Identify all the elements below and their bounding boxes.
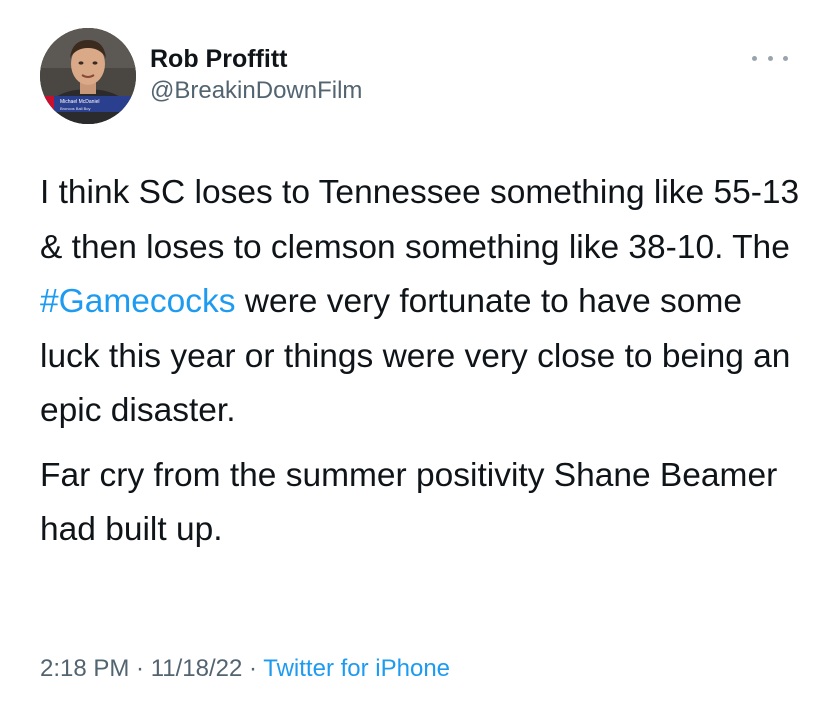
- user-handle[interactable]: @BreakinDownFilm: [150, 76, 362, 106]
- tweet-date[interactable]: 11/18/22: [151, 655, 243, 682]
- avatar[interactable]: Michael McDaniel Broncos Ball Boy: [40, 28, 136, 124]
- tweet-meta: 2:18 PM · 11/18/22 · Twitter for iPhone: [40, 654, 450, 684]
- display-name[interactable]: Rob Proffitt: [150, 44, 362, 74]
- tweet-text-before-hashtag: I think SC loses to Tennessee something …: [40, 174, 800, 266]
- tweet-text: I think SC loses to Tennessee something …: [40, 166, 800, 558]
- avatar-image: Michael McDaniel Broncos Ball Boy: [40, 28, 136, 124]
- meta-separator: ·: [242, 655, 264, 682]
- meta-separator: ·: [129, 655, 151, 682]
- more-options-icon: [752, 55, 757, 61]
- more-options-button[interactable]: [752, 50, 788, 66]
- tweet-paragraph-2: Far cry from the summer positivity Shane…: [40, 456, 778, 549]
- tweet-source-link[interactable]: Twitter for iPhone: [263, 655, 450, 682]
- tweet-time[interactable]: 2:18 PM: [40, 655, 129, 682]
- tweet-card: Michael McDaniel Broncos Ball Boy Rob Pr…: [0, 0, 820, 702]
- more-options-icon-dot: [783, 55, 788, 61]
- tweet-paragraph-1: I think SC loses to Tennessee something …: [40, 166, 800, 439]
- hashtag-link[interactable]: #Gamecocks: [40, 283, 236, 320]
- avatar-caption-line1: Michael McDaniel: [60, 99, 99, 105]
- avatar-caption-line2: Broncos Ball Boy: [60, 106, 90, 111]
- author-block: Rob Proffitt @BreakinDownFilm: [150, 44, 362, 106]
- more-options-icon-dot: [767, 55, 773, 61]
